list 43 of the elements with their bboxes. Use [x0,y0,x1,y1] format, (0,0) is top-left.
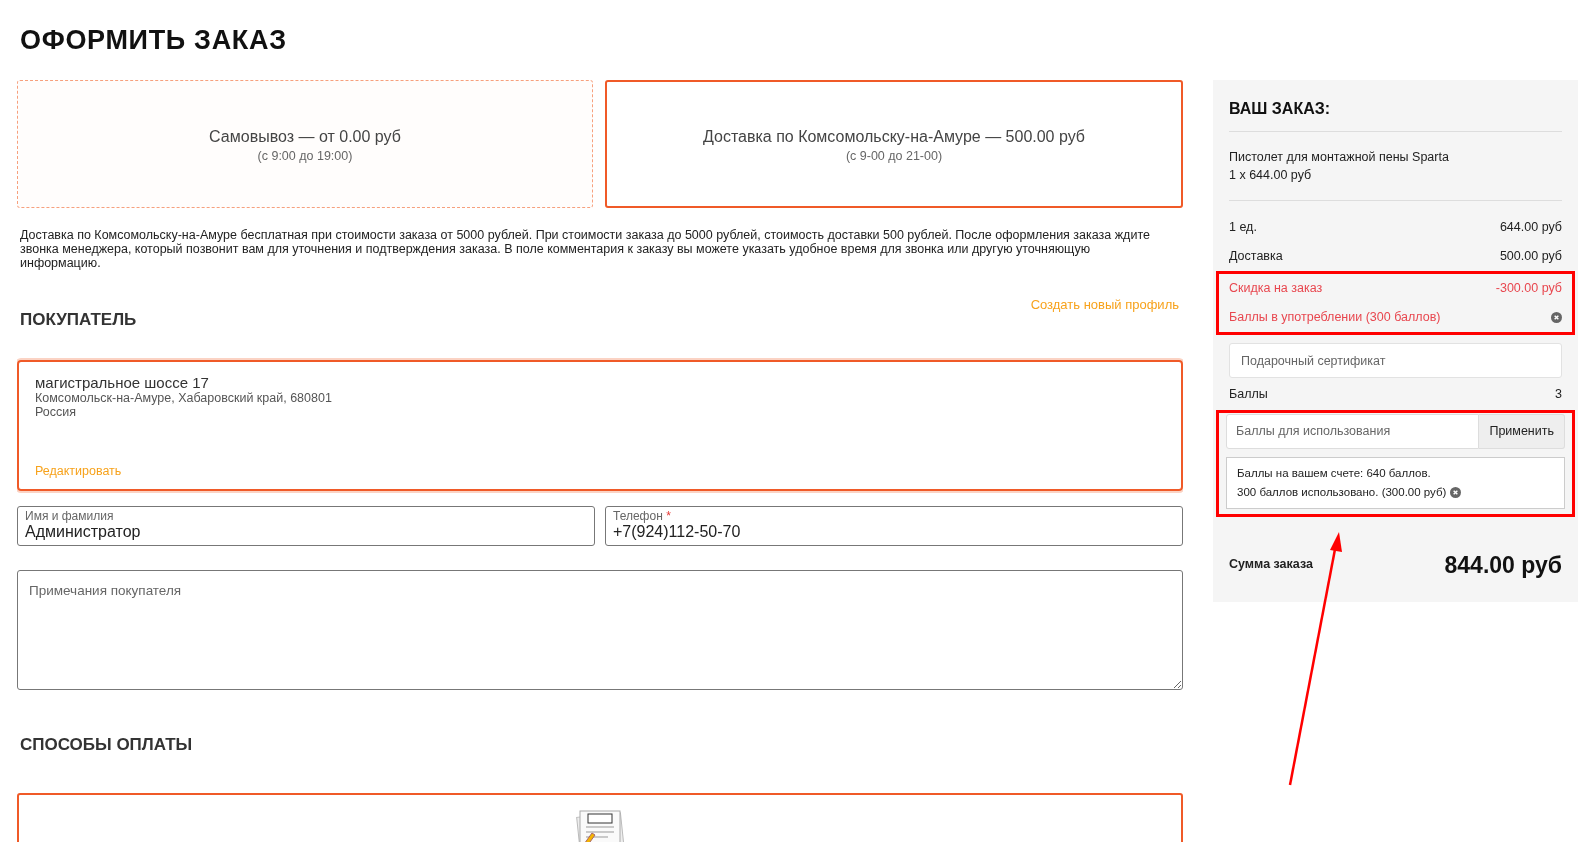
address-street: магистральное шоссе 17 [35,373,210,391]
delivery-title: Доставка по Комсомольску-на-Амуре — 500.00 руб [702,127,1086,147]
section-heading: СПОСОБЫ ОПЛАТЫ [19,733,194,756]
text-field[interactable]: Имя и фамилия Администратор [17,505,595,546]
delivery-option[interactable]: Доставка по Комсомольску-на-Амуре — 500.00 руб (с 9-00 до 21-00) [605,80,1183,208]
total-label: Сумма заказа [1229,556,1313,574]
order-heading: ВАШ ЗАКАЗ: [1229,97,1562,132]
total-value: 844.00 руб [1444,550,1562,580]
notes-field[interactable]: Примечания покупателя [17,569,1183,690]
delivery-note: Доставка по Комсомольску-на-Амуре бесплатная при стоимости заказа от 5000 рублей. При стоимости заказа до 5000 рублей, стоимость доставки 500 рублей. После оформления заказа ждите звонка менеджера, который позвонит вам для уточнения и подтверждения заказа. В поле комментария к заказу вы можете указать удобное время для звонка или другую уточняющую информацию. [19,228,1151,270]
address-country: Россия [35,404,76,419]
required-mark: * [666,508,671,523]
field-value: +7(924)112-50-70 [613,522,742,541]
order-line-value: 500.00 руб [1499,248,1562,266]
points-label: Баллы [1229,385,1268,403]
remove-icon[interactable] [1551,312,1562,323]
product-price: 1 x 644.00 руб [1229,167,1313,184]
delivery-hours: (с 9:00 до 19:00) [257,149,353,163]
field-label: Телефон [613,508,663,523]
page-title: ОФОРМИТЬ ЗАКАЗ [19,24,288,57]
section-heading: ПОКУПАТЕЛЬ [19,309,137,331]
field-label: Имя и фамилия [25,508,114,523]
points-field[interactable]: Баллы для использования [1226,414,1480,449]
points-info-text: 300 баллов использовано. (300.00 руб) [1237,485,1447,500]
delivery-hours: (с 9-00 до 21-00) [845,149,943,163]
address-card[interactable]: магистральное шоссе 17 Комсомольск-на-Амуре, Хабаровский край, 680801 Россия Редактировать [17,359,1183,491]
points-info-text: Баллы на вашем счете: 640 баллов. [1237,466,1431,481]
remove-icon[interactable] [1450,487,1462,498]
product-name: Пистолет для монтажной пены Sparta [1229,149,1450,166]
field-value: Администратор [25,522,142,541]
text-field[interactable]: Телефон * +7(924)112-50-70 [605,505,1183,546]
apply-button[interactable]: Применить [1479,414,1565,449]
delivery-option[interactable]: Самовывоз — от 0.00 руб (с 9:00 до 19:00) [17,80,593,208]
order-line-value: 644.00 руб [1499,219,1562,237]
delivery-title: Самовывоз — от 0.00 руб [209,127,401,147]
order-line-value: -300.00 руб [1495,280,1562,298]
order-line-label: Баллы в употреблении (300 баллов) [1229,309,1441,327]
order-line-label: Скидка на заказ [1229,280,1323,298]
order-line-label: 1 ед. [1229,219,1257,237]
points-value: 3 [1555,385,1562,403]
order-line-label: Доставка [1229,248,1283,266]
certificate-field[interactable]: Подарочный сертификат [1229,343,1562,378]
address-city: Комсомольск-на-Амуре, Хабаровский край, 680801 [35,390,333,405]
